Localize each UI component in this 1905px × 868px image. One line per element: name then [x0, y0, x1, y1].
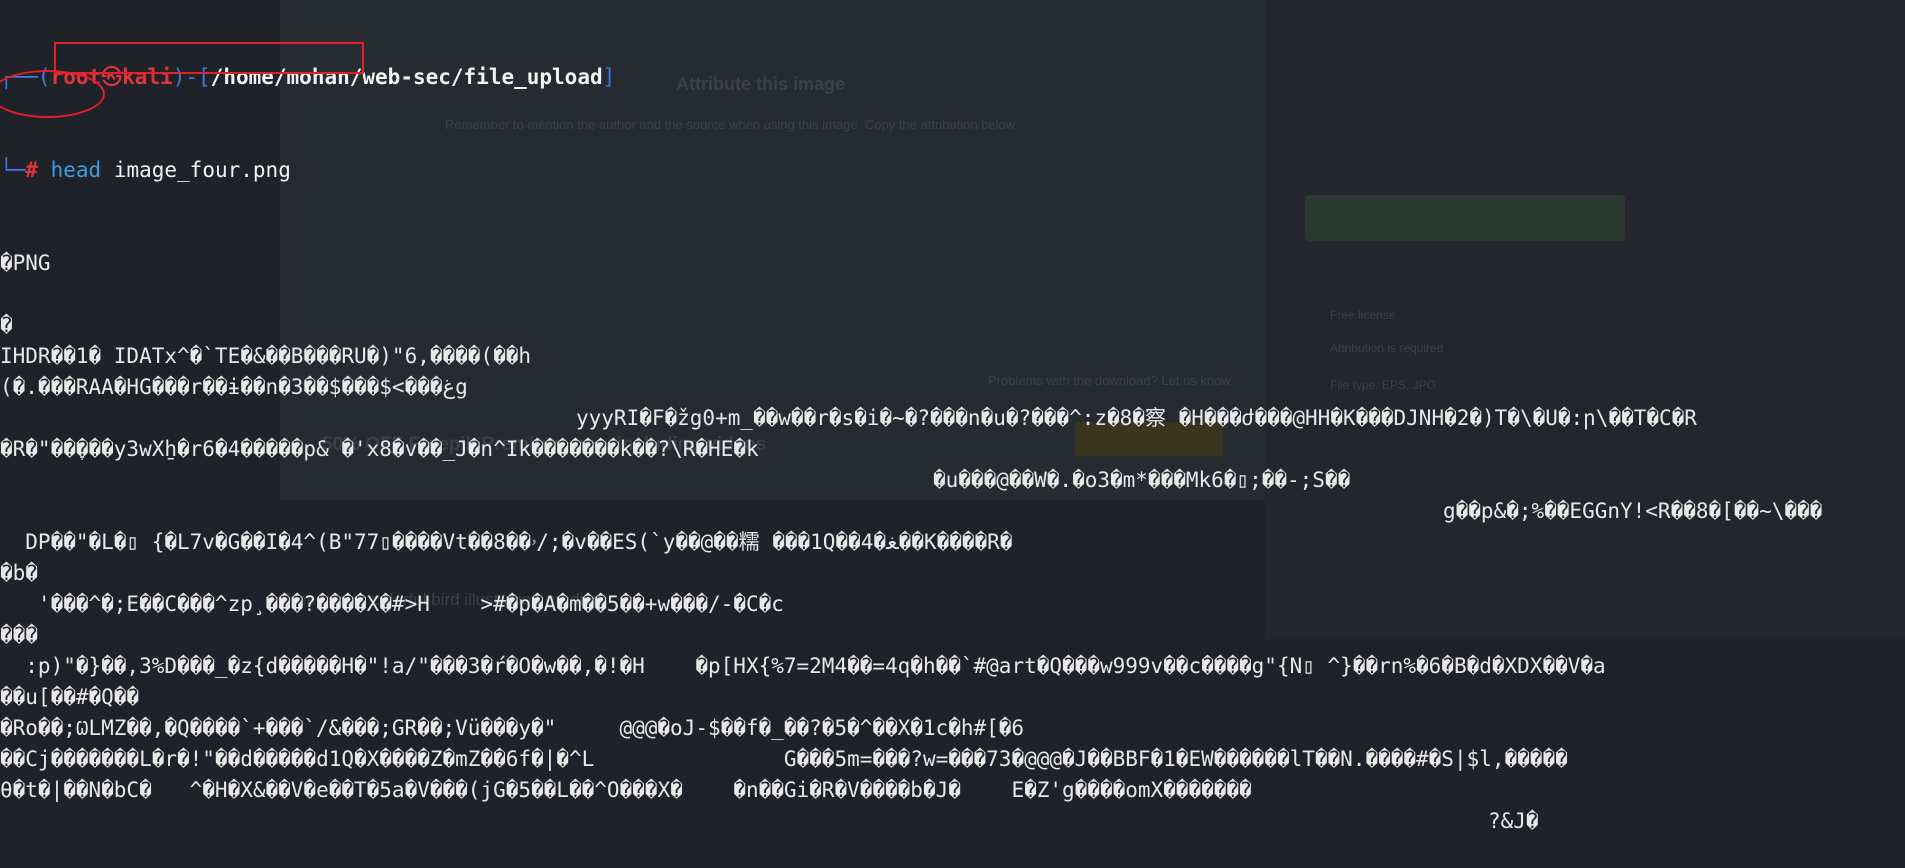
- output-line: �b�: [0, 558, 1905, 589]
- command-argument: image_four.png: [113, 158, 291, 182]
- output-line: �Ro��;ѠLMZ��,�Q����`+���`/&���;GR��;Vü��…: [0, 713, 1905, 744]
- output-line: (�.���RAA�HG���r��ɨ��n�3��$���$<���ﻍg: [0, 372, 1905, 403]
- output-text: ��u[��#�Q��: [0, 685, 140, 709]
- output-text: (�.���RAA�HG���r��ɨ��n�3��$���$<���ﻍg: [0, 375, 468, 399]
- output-text: DP��"�L�▯ {�L7v�G��I�4^(B"77▯����Vt��8��…: [0, 530, 1013, 554]
- output-text: ���: [0, 623, 38, 647]
- output-line: ��Cj�������L�r�!"��d�����d1Q�X����Z�mZ��…: [0, 744, 1905, 775]
- command-highlight-box: [54, 42, 364, 74]
- output-line: �: [0, 310, 1905, 341]
- output-line: IHDR��1� IDATx^�`TE�&��B���RU�)"6,����(�…: [0, 341, 1905, 372]
- prompt-bracket-close: ]: [602, 65, 616, 89]
- output-text: �Ro��;ѠLMZ��,�Q����`+���`/&���;GR��;Vü��…: [0, 716, 1025, 740]
- output-text: �PNG: [0, 251, 51, 275]
- output-line: :p)"�}��,3%D���_�z{d�����H�"!a/"���3�ŕ�O…: [0, 651, 1905, 682]
- output-text: IHDR��1� IDATx^�`TE�&��B���RU�)"6,����(�…: [0, 344, 532, 368]
- output-text: :p)"�}��,3%D���_�z{d�����H�"!a/"���3�ŕ�O…: [0, 654, 1606, 678]
- output-line: �R�"��ֶ���y3wXẖ�r6�4�����p& �'x8�v��_J�n…: [0, 434, 1905, 465]
- prompt-hash: #: [25, 158, 51, 182]
- output-line: ?&J�: [0, 806, 1905, 837]
- output-text: �: [0, 313, 13, 337]
- output-line: yyyRI�F�žg0+m_��w��r�s�i�~�?���n�u�?���^…: [0, 403, 1905, 434]
- output-text: ��Cj�������L�r�!"��d�����d1Q�X����Z�mZ��…: [0, 747, 1568, 771]
- output-line: �PNG: [0, 248, 1905, 279]
- output-text: �b�: [0, 561, 38, 585]
- output-text: �R�"��ֶ���y3wXẖ�r6�4�����p& �'x8�v��_J�n…: [0, 437, 759, 461]
- output-text: ?&J�: [1488, 809, 1539, 833]
- output-text: yyyRI�F�žg0+m_��w��r�s�i�~�?���n�u�?���^…: [576, 406, 1697, 430]
- output-line: �u���@��W�.�o3�m*���Mk6�▯;��-;S��: [0, 465, 1905, 496]
- prompt-line-2: └─# head image_four.png: [0, 155, 1905, 186]
- command-name: head: [50, 158, 102, 182]
- output-text: '���^�;E��C���^zp¸���?����X�#>H >#�p�A�m…: [0, 592, 784, 616]
- output-text: θ�t�|��N�bC� ^�H�X&��V�e��T�5a�V���(jG�5…: [0, 778, 1252, 802]
- output-line: g��p&�;%��EGGnY!<R��8�[��~\���: [0, 496, 1905, 527]
- output-text: �u���@��W�.�o3�m*���Mk6�▯;��-;S��: [933, 468, 1351, 492]
- output-line: ��u[��#�Q��: [0, 682, 1905, 713]
- output-line: ���: [0, 620, 1905, 651]
- output-line: DP��"�L�▯ {�L7v�G��I�4^(B"77▯����Vt��8��…: [0, 527, 1905, 558]
- prompt-corner-bottom: └─: [0, 158, 26, 182]
- command-output: �PNG � IHDR��1� IDATx^�`TE�&��B���RU�)"6,�…: [0, 248, 1905, 837]
- output-line: '���^�;E��C���^zp¸���?����X�#>H >#�p�A�m…: [0, 589, 1905, 620]
- terminal-window[interactable]: ┌──(root㉿kali)-[/home/mohan/web-sec/file…: [0, 0, 1905, 868]
- output-line: θ�t�|��N�bC� ^�H�X&��V�e��T�5a�V���(jG�5…: [0, 775, 1905, 806]
- output-text: g��p&�;%��EGGnY!<R��8�[��~\���: [1443, 499, 1823, 523]
